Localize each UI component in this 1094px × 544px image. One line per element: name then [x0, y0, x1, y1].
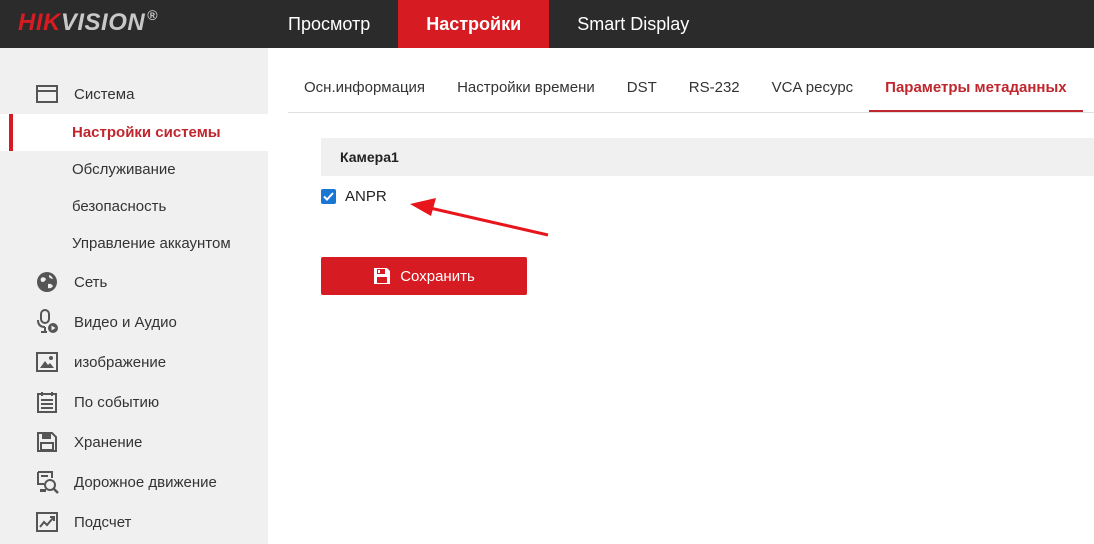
sidebar-item-storage[interactable]: Хранение: [0, 422, 268, 462]
anpr-option: ANPR: [321, 186, 387, 206]
hikvision-logo: HIKVISION ®: [18, 7, 159, 37]
tab-rs232[interactable]: RS-232: [673, 64, 756, 112]
sidebar: Система Настройки системы Обслуживание б…: [0, 48, 268, 544]
logo-reg-mark: ®: [147, 7, 159, 23]
sidebar-item-label: Видео и Аудио: [74, 313, 177, 331]
camera-section-header: Камера1: [321, 138, 1094, 176]
anpr-checkbox[interactable]: [321, 188, 336, 204]
logo-hik-text: HIK: [18, 9, 61, 36]
sidebar-item-traffic[interactable]: Дорожное движение: [0, 462, 268, 502]
monitor-icon: [34, 81, 60, 107]
sidebar-item-system[interactable]: Система: [0, 74, 268, 114]
sidebar-subitem-maintenance[interactable]: Обслуживание: [0, 151, 268, 188]
sidebar-item-network[interactable]: Сеть: [0, 262, 268, 302]
sidebar-item-label: Хранение: [74, 433, 143, 451]
image-icon: [34, 349, 60, 375]
sidebar-item-label: Сеть: [74, 273, 108, 291]
nav-live-view[interactable]: Просмотр: [260, 0, 398, 48]
top-bar: HIKVISION ® Просмотр Настройки Smart Disp…: [0, 0, 1094, 48]
save-button[interactable]: Сохранить: [321, 257, 527, 295]
sidebar-item-event[interactable]: По событию: [0, 382, 268, 422]
save-button-label: Сохранить: [400, 267, 475, 285]
sidebar-subitem-user-management[interactable]: Управление аккаунтом: [0, 225, 268, 262]
sidebar-subitem-system-settings[interactable]: Настройки системы: [0, 114, 268, 151]
sidebar-subitem-security[interactable]: безопасность: [0, 188, 268, 225]
tab-dst[interactable]: DST: [611, 64, 673, 112]
checkmark-icon: [323, 191, 334, 201]
settings-tabs: Осн.информация Настройки времени DST RS-…: [288, 64, 1094, 113]
nav-settings[interactable]: Настройки: [398, 0, 550, 48]
anpr-label: ANPR: [345, 187, 387, 205]
tab-vca-resource[interactable]: VCA ресурс: [756, 64, 870, 112]
sidebar-item-label: Дорожное движение: [74, 473, 217, 491]
sidebar-item-counting[interactable]: Подсчет: [0, 502, 268, 542]
logo-vision-text: VISION: [60, 9, 146, 36]
tab-metadata-parameters[interactable]: Параметры метаданных: [869, 64, 1083, 112]
chart-icon: [34, 509, 60, 535]
sidebar-item-label: Подсчет: [74, 513, 132, 531]
microphone-icon: [34, 309, 60, 335]
tab-time-settings[interactable]: Настройки времени: [441, 64, 611, 112]
save-icon: [373, 267, 391, 285]
tab-basic-info[interactable]: Осн.информация: [288, 64, 441, 112]
sidebar-item-label: Система: [74, 85, 135, 103]
nav-smart-display[interactable]: Smart Display: [549, 0, 717, 48]
sidebar-item-video-audio[interactable]: Видео и Аудио: [0, 302, 268, 342]
top-navigation: Просмотр Настройки Smart Display: [260, 0, 717, 48]
calendar-icon: [34, 389, 60, 415]
save-icon: [34, 429, 60, 455]
sidebar-item-label: По событию: [74, 393, 160, 411]
sidebar-item-image[interactable]: изображение: [0, 342, 268, 382]
traffic-icon: [34, 469, 60, 495]
sidebar-item-label: изображение: [74, 353, 167, 371]
globe-icon: [34, 269, 60, 295]
